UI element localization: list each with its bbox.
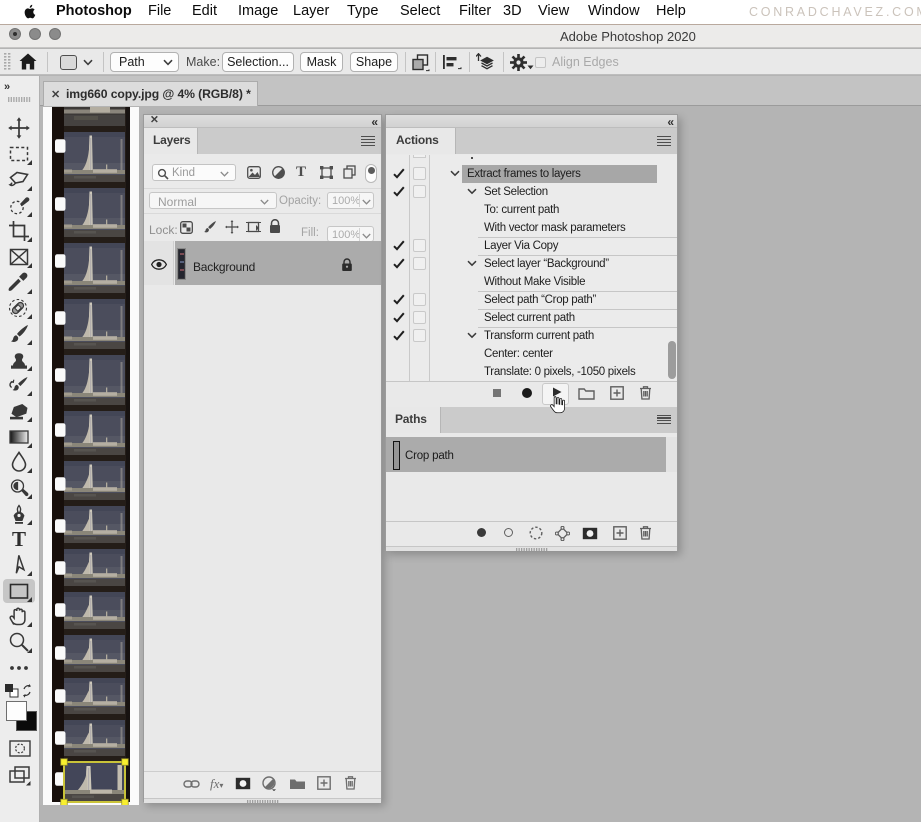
- svg-text:T: T: [12, 527, 26, 551]
